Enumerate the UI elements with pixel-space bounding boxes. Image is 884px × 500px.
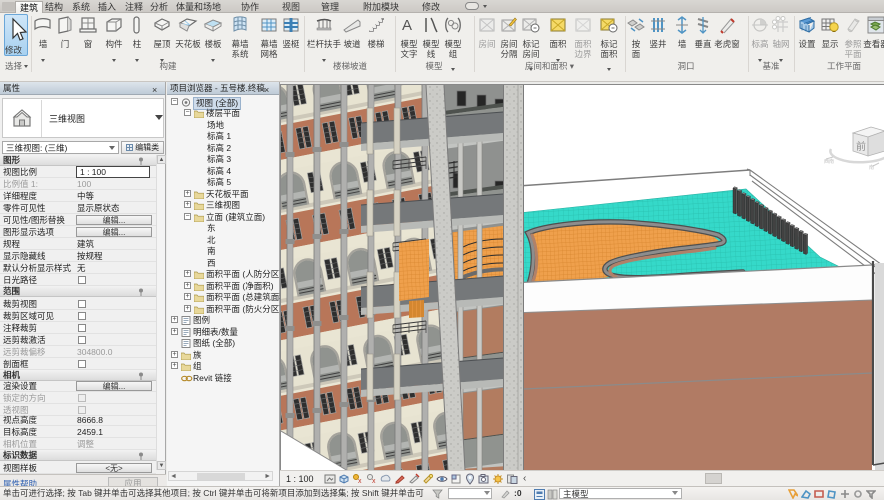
svg-text:西南: 西南 [824, 158, 834, 165]
svg-text:南: 南 [869, 164, 874, 171]
svg-text:x: x [372, 478, 376, 485]
svg-text:A: A [402, 17, 412, 34]
svg-text:前: 前 [856, 140, 866, 153]
svg-text:x: x [358, 478, 362, 485]
